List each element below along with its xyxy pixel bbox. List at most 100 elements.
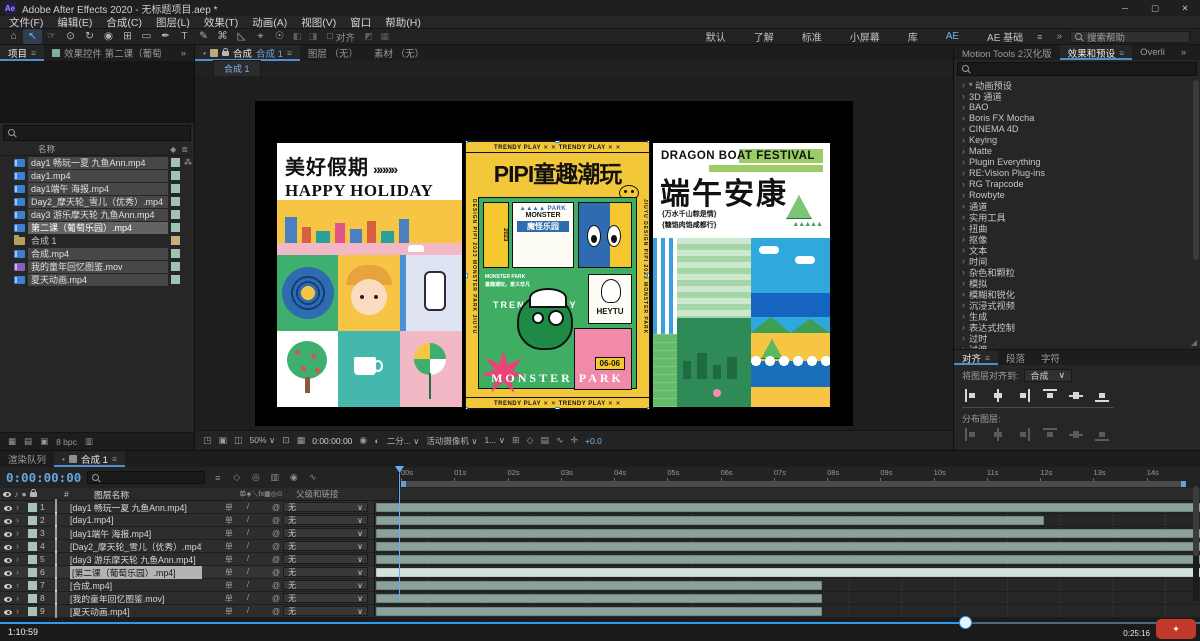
twirl-icon[interactable]: ›: [962, 300, 965, 310]
effect-category-row[interactable]: › Plugin Everything: [954, 156, 1200, 167]
layer-name[interactable]: [合成.mp4]: [70, 579, 202, 592]
[我的童年回忆图鉴.mov][interactable]: › 8 [我的童年回忆图鉴.mov] 单 / @ 无 ∨: [0, 592, 1200, 605]
layer-track-lane[interactable]: [374, 527, 1200, 539]
comp-mini-flowchart-icon[interactable]: ≡: [211, 473, 224, 483]
layer-duration-bar[interactable]: [376, 516, 1044, 525]
motion-blur-toggle-icon[interactable]: ◩: [361, 31, 377, 42]
layer-track-lane[interactable]: [374, 605, 1200, 617]
snap-toggle[interactable]: □ 对齐: [327, 30, 355, 44]
twirl-icon[interactable]: ›: [962, 91, 965, 101]
menu-item[interactable]: 效果(T): [197, 15, 245, 30]
align-center-vertical-button[interactable]: [1068, 389, 1083, 402]
file-name[interactable]: day1 畅玩一夏 九鱼Ann.mp4: [28, 157, 168, 169]
twirl-icon[interactable]: ›: [962, 179, 965, 189]
menu-item[interactable]: 帮助(H): [378, 15, 428, 30]
tab-paragraph[interactable]: 段落: [998, 350, 1033, 365]
column-layer-name[interactable]: 图层名称: [94, 488, 226, 501]
tab-effects-presets[interactable]: 效果和预设 ≡: [1060, 45, 1132, 60]
[day3 游乐摩天轮 九鱼Ann.mp4][interactable]: › 5 [day3 游乐摩天轮 九鱼Ann.mp4] 单 / @ 无 ∨: [0, 553, 1200, 566]
selection-handle[interactable]: [465, 407, 468, 410]
day3 游乐摩天轮 九鱼Ann.mp4[interactable]: day3 游乐摩天轮 九鱼Ann.mp4: [0, 208, 194, 221]
workspace-tab[interactable]: 库: [894, 29, 932, 44]
selection-handle[interactable]: [647, 140, 650, 143]
panel-menu-icon[interactable]: ≡: [112, 454, 117, 464]
exposure-value[interactable]: +0.0: [585, 436, 602, 446]
distribute-bottom-button[interactable]: [1094, 428, 1109, 441]
tab-timeline-comp[interactable]: • 合成 1 ≡: [54, 451, 125, 467]
panel-menu-icon[interactable]: ≡: [1119, 48, 1124, 58]
twirl-icon[interactable]: ›: [962, 267, 965, 277]
layer-twirl-icon[interactable]: ›: [16, 528, 28, 538]
poster-happy-holiday[interactable]: 美好假期 »»»» HAPPY HOLIDAY: [277, 143, 462, 407]
project-search-input[interactable]: [3, 125, 191, 141]
collapse-switch-icon[interactable]: 单: [225, 580, 233, 591]
layer-twirl-icon[interactable]: ›: [16, 541, 28, 551]
twirl-icon[interactable]: ›: [962, 201, 965, 211]
parent-dropdown[interactable]: 无 ∨: [283, 541, 368, 551]
[day1 畅玩一夏 九鱼Ann.mp4][interactable]: › 1 [day1 畅玩一夏 九鱼Ann.mp4] 单 / @ 无 ∨: [0, 501, 1200, 514]
effect-category-row[interactable]: › Keying: [954, 134, 1200, 145]
label-color-chip[interactable]: [171, 249, 180, 258]
workspace-tab[interactable]: AE: [932, 31, 973, 42]
[第二课（葡萄乐园）.mp4][interactable]: › 6 [第二课（葡萄乐园）.mp4] 单 / @ 无 ∨: [0, 566, 1200, 579]
label-color-chip[interactable]: [171, 223, 180, 232]
effect-category-row[interactable]: › Rowbyte: [954, 189, 1200, 200]
layer-twirl-icon[interactable]: ›: [16, 593, 28, 603]
hide-shy-layers-icon[interactable]: ◎: [249, 472, 262, 483]
twirl-icon[interactable]: ›: [962, 157, 965, 167]
distribute-center-vertical-button[interactable]: [1068, 428, 1083, 441]
motion-blur-icon[interactable]: ◉: [287, 472, 300, 483]
poster-monster-park[interactable]: TRENDY PLAY ✕ ✕ TRENDY PLAY ✕ ✕ PIPI童趣潮玩…: [465, 140, 650, 410]
day1端午 海报.mp4[interactable]: day1端午 海报.mp4: [0, 182, 194, 195]
file-name[interactable]: day1.mp4: [28, 170, 168, 182]
menu-item[interactable]: 编辑(E): [50, 15, 99, 30]
layer-twirl-icon[interactable]: ›: [16, 580, 28, 590]
layer-duration-bar[interactable]: [376, 594, 822, 603]
parent-dropdown[interactable]: 无 ∨: [283, 554, 368, 564]
puppet-pin-tool[interactable]: ☉: [270, 29, 289, 44]
roto-brush-tool[interactable]: ⌖: [251, 29, 270, 44]
lock-icon[interactable]: [222, 51, 229, 56]
parent-dropdown[interactable]: 无 ∨: [283, 567, 368, 577]
rotate-tool[interactable]: ↻: [80, 29, 99, 44]
layer-name[interactable]: [day1.mp4]: [70, 515, 202, 525]
file-name[interactable]: 合成 1: [28, 235, 168, 247]
camera-dropdown[interactable]: 活动摄像机 ∨: [426, 435, 477, 447]
hand-tool[interactable]: ☞: [42, 29, 61, 44]
layer-name[interactable]: [day1端午 海报.mp4]: [70, 527, 202, 540]
我的童年回忆图鉴.mov[interactable]: 我的童年回忆图鉴.mov: [0, 260, 194, 273]
keyframe-toggle-icon[interactable]: ◨: [305, 31, 321, 42]
twirl-icon[interactable]: ›: [962, 333, 965, 343]
tab-project[interactable]: 项目 ≡: [0, 45, 44, 61]
layer-duration-bar[interactable]: [376, 542, 1200, 551]
effect-category-row[interactable]: › CINEMA 4D: [954, 123, 1200, 134]
layer-track-lane[interactable]: [374, 566, 1200, 578]
label-color-chip[interactable]: [171, 171, 180, 180]
quality-switch-icon[interactable]: /: [247, 541, 249, 552]
player-progress-filled[interactable]: [0, 622, 966, 624]
help-search-input[interactable]: 搜索帮助: [1070, 31, 1190, 43]
shape-tool[interactable]: ▭: [137, 29, 156, 44]
layer-label-chip[interactable]: [28, 529, 40, 538]
visibility-eye-icon[interactable]: [4, 610, 12, 615]
time-ruler[interactable]: 00s01s02s03s04s05s06s07s08s09s10s11s12s1…: [398, 467, 1200, 488]
collapse-switch-icon[interactable]: 单: [225, 567, 233, 578]
twirl-icon[interactable]: ›: [962, 223, 965, 233]
channel-settings-icon[interactable]: ◫: [234, 435, 243, 446]
pickwhip-icon[interactable]: @: [272, 607, 280, 616]
collapse-switch-icon[interactable]: 单: [225, 502, 233, 513]
twirl-icon[interactable]: ›: [962, 234, 965, 244]
layer-duration-bar[interactable]: [376, 555, 1200, 564]
region-of-interest-icon[interactable]: ⊡: [282, 435, 290, 446]
zoom-tool[interactable]: ⊙: [61, 29, 80, 44]
twirl-icon[interactable]: ›: [962, 80, 965, 90]
menu-item[interactable]: 动画(A): [245, 15, 294, 30]
Day2_摩天轮_雪儿（优秀）.mp4[interactable]: Day2_摩天轮_雪儿（优秀）.mp4: [0, 195, 194, 208]
lock-column-icon[interactable]: [30, 492, 37, 497]
column-parent-link[interactable]: 父级和链接: [296, 488, 398, 500]
draft-3d-icon[interactable]: ◇: [230, 472, 243, 483]
layer-label-chip[interactable]: [28, 542, 40, 551]
file-name[interactable]: day3 游乐摩天轮 九鱼Ann.mp4: [28, 209, 168, 221]
quality-switch-icon[interactable]: /: [247, 580, 249, 591]
collapse-switch-icon[interactable]: 单: [225, 528, 233, 539]
